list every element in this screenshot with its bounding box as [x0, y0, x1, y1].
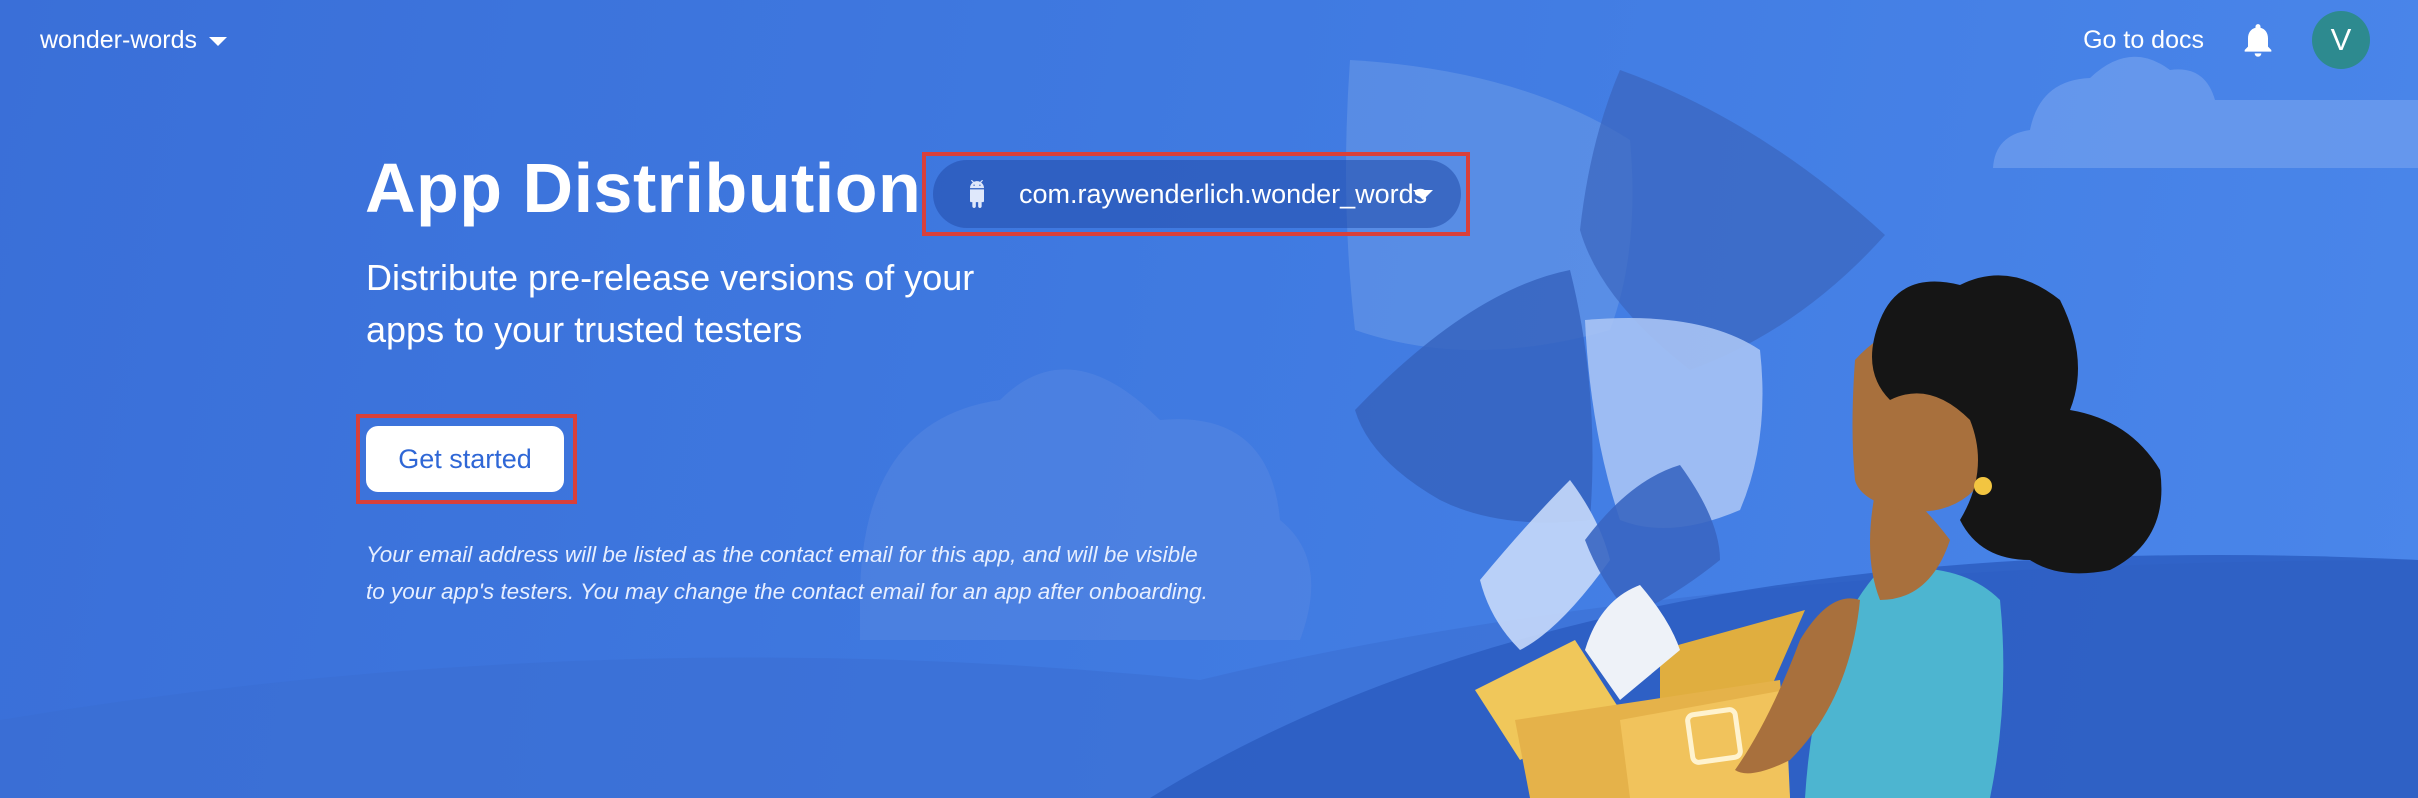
topbar-actions: Go to docs V [2083, 11, 2370, 69]
go-to-docs-link[interactable]: Go to docs [2083, 26, 2204, 55]
android-icon [970, 180, 984, 208]
app-package-selector[interactable]: com.raywenderlich.wonder_words [933, 160, 1461, 228]
contact-email-notice: Your email address will be listed as the… [366, 536, 1246, 610]
avatar[interactable]: V [2312, 11, 2370, 69]
subtitle-line-2: apps to your trusted testers [366, 309, 803, 350]
notice-line-1: Your email address will be listed as the… [366, 542, 1198, 567]
project-switcher[interactable]: wonder-words [40, 22, 228, 58]
notice-line-2: to your app's testers. You may change th… [366, 579, 1208, 604]
chevron-down-icon [1413, 190, 1433, 200]
subtitle-line-1: Distribute pre-release versions of your [366, 257, 975, 298]
woman-earring [1974, 477, 1992, 495]
bell-icon[interactable] [2238, 20, 2278, 60]
page-title: App Distribution [365, 149, 922, 227]
get-started-button[interactable]: Get started [366, 426, 564, 492]
app-package-name: com.raywenderlich.wonder_words [1019, 178, 1428, 209]
chevron-down-icon [209, 37, 228, 46]
cloud-top-right [1993, 56, 2418, 168]
page-subtitle: Distribute pre-release versions of your … [366, 252, 1106, 356]
project-name: wonder-words [40, 25, 198, 54]
avatar-initial: V [2330, 22, 2352, 57]
hero-illustration [0, 56, 2418, 798]
